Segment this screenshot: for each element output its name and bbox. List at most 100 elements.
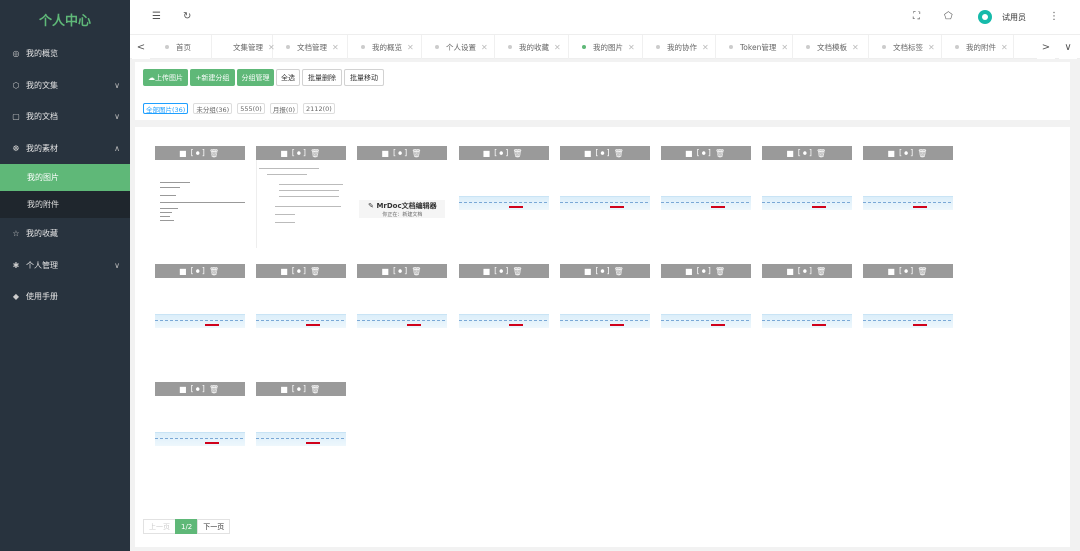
select-all-button[interactable]: 全选: [276, 69, 300, 86]
image-thumbnail[interactable]: [661, 278, 751, 366]
group-filter-chip[interactable]: 月报(0): [269, 103, 299, 114]
delete-icon[interactable]: 🗑: [209, 385, 221, 394]
sidebar-item[interactable]: ◎ 我的概览: [0, 38, 130, 70]
image-thumbnail[interactable]: [559, 278, 650, 366]
image-card[interactable]: ■ [⦁] 🗑: [863, 146, 954, 248]
image-card[interactable]: ■ [⦁] 🗑: [256, 146, 347, 248]
image-card[interactable]: ■ [⦁] 🗑: [863, 264, 954, 366]
close-icon[interactable]: ✕: [481, 43, 488, 52]
image-card[interactable]: ■ [⦁] 🗑: [357, 264, 448, 366]
sidebar-subitem[interactable]: 我的图片: [0, 164, 130, 191]
image-thumbnail[interactable]: [155, 160, 245, 248]
copy-link-icon[interactable]: [⦁]: [595, 266, 611, 276]
tab[interactable]: 我的协作 ✕: [643, 35, 716, 59]
copy-link-icon[interactable]: [⦁]: [393, 148, 409, 158]
image-thumbnail[interactable]: [559, 160, 650, 248]
image-card[interactable]: ■ [⦁] 🗑: [256, 382, 347, 484]
tab[interactable]: 我的图片 ✕: [569, 35, 643, 59]
delete-icon[interactable]: 🗑: [816, 149, 828, 158]
checkbox-icon[interactable]: ■: [381, 149, 391, 158]
tab[interactable]: 首页: [152, 35, 212, 59]
next-page-button[interactable]: 下一页: [197, 519, 231, 534]
image-card[interactable]: ■ [⦁] 🗑: [559, 146, 650, 248]
image-card[interactable]: ■ [⦁] 🗑: [762, 264, 853, 366]
tab[interactable]: 我的附件 ✕: [942, 35, 1014, 59]
group-filter-chip[interactable]: 555(0): [237, 103, 265, 114]
delete-icon[interactable]: 🗑: [310, 385, 322, 394]
checkbox-icon[interactable]: ■: [381, 267, 391, 276]
image-thumbnail[interactable]: [762, 160, 853, 248]
tab-next-icon[interactable]: >: [1037, 35, 1055, 59]
image-card[interactable]: ■ [⦁] 🗑: [256, 264, 347, 366]
checkbox-icon[interactable]: ■: [584, 267, 594, 276]
copy-link-icon[interactable]: [⦁]: [292, 266, 308, 276]
checkbox-icon[interactable]: ■: [280, 149, 290, 158]
copy-link-icon[interactable]: [⦁]: [798, 148, 814, 158]
tab[interactable]: 文集管理 ✕: [213, 35, 275, 59]
checkbox-icon[interactable]: ■: [584, 149, 594, 158]
tab[interactable]: 我的收藏 ✕: [495, 35, 569, 59]
copy-link-icon[interactable]: [⦁]: [393, 266, 409, 276]
close-icon[interactable]: ✕: [628, 43, 635, 52]
image-card[interactable]: ■ [⦁] 🗑: [458, 264, 549, 366]
checkbox-icon[interactable]: ■: [179, 385, 189, 394]
checkbox-icon[interactable]: ■: [280, 267, 290, 276]
copy-link-icon[interactable]: [⦁]: [494, 266, 510, 276]
tab[interactable]: 文档管理 ✕: [273, 35, 348, 59]
copy-link-icon[interactable]: [⦁]: [292, 148, 308, 158]
image-thumbnail[interactable]: [863, 160, 954, 248]
fullscreen-icon[interactable]: ⛶: [913, 11, 920, 22]
copy-link-icon[interactable]: [⦁]: [697, 266, 713, 276]
delete-icon[interactable]: 🗑: [209, 149, 221, 158]
copy-link-icon[interactable]: [⦁]: [191, 384, 207, 394]
tab[interactable]: 文档标签 ✕: [869, 35, 942, 59]
checkbox-icon[interactable]: ■: [179, 149, 189, 158]
close-icon[interactable]: ✕: [852, 43, 859, 52]
image-thumbnail[interactable]: [458, 278, 549, 366]
delete-icon[interactable]: 🗑: [512, 149, 524, 158]
image-thumbnail[interactable]: [256, 160, 347, 248]
prev-page-button[interactable]: 上一页: [143, 519, 176, 534]
user-menu[interactable]: 试用员: [978, 10, 1026, 24]
tab-menu-icon[interactable]: ∨: [1059, 35, 1077, 59]
group-manage-button[interactable]: 分组管理: [237, 69, 274, 86]
delete-icon[interactable]: 🗑: [614, 149, 626, 158]
image-card[interactable]: ■ [⦁] 🗑: [155, 264, 245, 366]
image-thumbnail[interactable]: [155, 278, 245, 366]
delete-icon[interactable]: 🗑: [917, 267, 929, 276]
sidebar-subitem[interactable]: 我的附件: [0, 191, 130, 218]
group-filter-chip[interactable]: 全部图片(36): [143, 103, 189, 114]
delete-icon[interactable]: 🗑: [512, 267, 524, 276]
delete-icon[interactable]: 🗑: [715, 149, 727, 158]
image-card[interactable]: ■ [⦁] 🗑: [559, 264, 650, 366]
sidebar-item[interactable]: ✱ 个人管理 ∨: [0, 250, 130, 282]
copy-link-icon[interactable]: [⦁]: [595, 148, 611, 158]
more-icon[interactable]: ⋮: [1049, 11, 1059, 22]
image-card[interactable]: ■ [⦁] 🗑: [155, 146, 245, 248]
theme-icon[interactable]: ⬠: [944, 11, 953, 22]
delete-icon[interactable]: 🗑: [816, 267, 828, 276]
delete-icon[interactable]: 🗑: [209, 267, 221, 276]
checkbox-icon[interactable]: ■: [786, 267, 796, 276]
copy-link-icon[interactable]: [⦁]: [191, 148, 207, 158]
delete-icon[interactable]: 🗑: [614, 267, 626, 276]
image-thumbnail[interactable]: [863, 278, 954, 366]
tab[interactable]: 我的概览 ✕: [348, 35, 422, 59]
checkbox-icon[interactable]: ■: [887, 149, 897, 158]
image-card[interactable]: ■ [⦁] 🗑 ✎ MrDoc文档编辑器 你正在：新建文档: [357, 146, 448, 248]
tab[interactable]: 个人设置 ✕: [422, 35, 495, 59]
image-thumbnail[interactable]: [155, 396, 245, 484]
close-icon[interactable]: ✕: [928, 43, 935, 52]
image-card[interactable]: ■ [⦁] 🗑: [762, 146, 853, 248]
image-card[interactable]: ■ [⦁] 🗑: [458, 146, 549, 248]
sidebar-item[interactable]: ☸ 我的素材 ∧: [0, 133, 130, 165]
image-thumbnail[interactable]: [357, 278, 448, 366]
close-icon[interactable]: ✕: [781, 43, 788, 52]
image-thumbnail[interactable]: [256, 278, 347, 366]
group-filter-chip[interactable]: 2112(0): [303, 103, 335, 114]
checkbox-icon[interactable]: ■: [179, 267, 189, 276]
delete-icon[interactable]: 🗑: [411, 267, 423, 276]
close-icon[interactable]: ✕: [702, 43, 709, 52]
delete-icon[interactable]: 🗑: [715, 267, 727, 276]
checkbox-icon[interactable]: ■: [685, 149, 695, 158]
